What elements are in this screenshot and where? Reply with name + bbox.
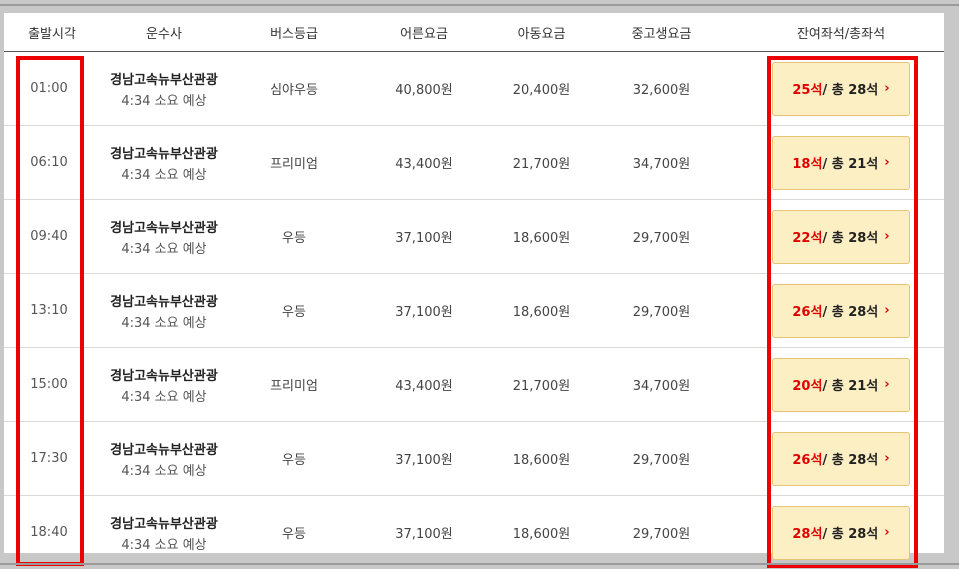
top-divider — [0, 4, 959, 6]
adult-fare: 37,100원 — [395, 527, 453, 542]
company-name: 경남고속뉴부산관광 — [110, 368, 218, 384]
company-cell: 경남고속뉴부산관광 4:34 소요 예상 — [84, 348, 244, 421]
bus-grade: 우등 — [282, 305, 306, 320]
adult-fare: 37,100원 — [395, 305, 453, 320]
adult-fare: 37,100원 — [395, 453, 453, 468]
student-fare: 29,700원 — [632, 527, 691, 542]
bus-grade: 심야우등 — [270, 83, 318, 98]
company-name: 경남고속뉴부산관광 — [110, 220, 218, 236]
company-cell: 경남고속뉴부산관광 4:34 소요 예상 — [84, 496, 244, 569]
header-company: 운수사 — [146, 27, 182, 42]
child-fare: 18,600원 — [512, 527, 571, 542]
travel-duration: 4:34 소요 예상 — [121, 315, 207, 331]
bus-grade: 우등 — [282, 231, 306, 246]
bus-grade: 프리미엄 — [270, 379, 318, 394]
company-cell: 경남고속뉴부산관광 4:34 소요 예상 — [84, 422, 244, 495]
adult-fare: 43,400원 — [395, 379, 453, 394]
travel-duration: 4:34 소요 예상 — [121, 463, 207, 479]
company-name: 경남고속뉴부산관광 — [110, 442, 218, 458]
company-cell: 경남고속뉴부산관광 4:34 소요 예상 — [84, 126, 244, 199]
bus-grade: 프리미엄 — [270, 157, 318, 172]
highlight-box-seat-buttons — [767, 56, 918, 568]
travel-duration: 4:34 소요 예상 — [121, 537, 207, 553]
student-fare: 34,700원 — [632, 157, 691, 172]
header-departure-time: 출발시각 — [28, 27, 76, 42]
child-fare: 20,400원 — [512, 83, 571, 98]
student-fare: 29,700원 — [632, 453, 691, 468]
highlight-box-departure-times — [16, 56, 84, 566]
child-fare: 18,600원 — [512, 453, 571, 468]
company-name: 경남고속뉴부산관광 — [110, 146, 218, 162]
child-fare: 21,700원 — [512, 379, 571, 394]
travel-duration: 4:34 소요 예상 — [121, 93, 207, 109]
bus-grade: 우등 — [282, 527, 306, 542]
child-fare: 21,700원 — [512, 157, 571, 172]
travel-duration: 4:34 소요 예상 — [121, 241, 207, 257]
student-fare: 29,700원 — [632, 305, 691, 320]
student-fare: 29,700원 — [632, 231, 691, 246]
bus-grade: 우등 — [282, 453, 306, 468]
company-cell: 경남고속뉴부산관광 4:34 소요 예상 — [84, 274, 244, 347]
company-name: 경남고속뉴부산관광 — [110, 516, 218, 532]
adult-fare: 37,100원 — [395, 231, 453, 246]
company-cell: 경남고속뉴부산관광 4:34 소요 예상 — [84, 52, 244, 125]
company-name: 경남고속뉴부산관광 — [110, 72, 218, 88]
company-name: 경남고속뉴부산관광 — [110, 294, 218, 310]
student-fare: 34,700원 — [632, 379, 691, 394]
adult-fare: 43,400원 — [395, 157, 453, 172]
header-seats: 잔여좌석/총좌석 — [796, 27, 886, 42]
header-student-fare: 중고생요금 — [631, 27, 692, 42]
child-fare: 18,600원 — [512, 231, 571, 246]
travel-duration: 4:34 소요 예상 — [121, 389, 207, 405]
travel-duration: 4:34 소요 예상 — [121, 167, 207, 183]
header-adult-fare: 어른요금 — [400, 27, 448, 42]
company-cell: 경남고속뉴부산관광 4:34 소요 예상 — [84, 200, 244, 273]
child-fare: 18,600원 — [512, 305, 571, 320]
student-fare: 32,600원 — [632, 83, 691, 98]
table-header: 출발시각 운수사 버스등급 어른요금 아동요금 중고생요금 잔여좌석/총좌석 — [4, 13, 944, 52]
header-child-fare: 아동요금 — [517, 27, 566, 42]
bottom-divider — [0, 563, 959, 565]
adult-fare: 40,800원 — [395, 83, 453, 98]
header-bus-grade: 버스등급 — [270, 27, 318, 42]
